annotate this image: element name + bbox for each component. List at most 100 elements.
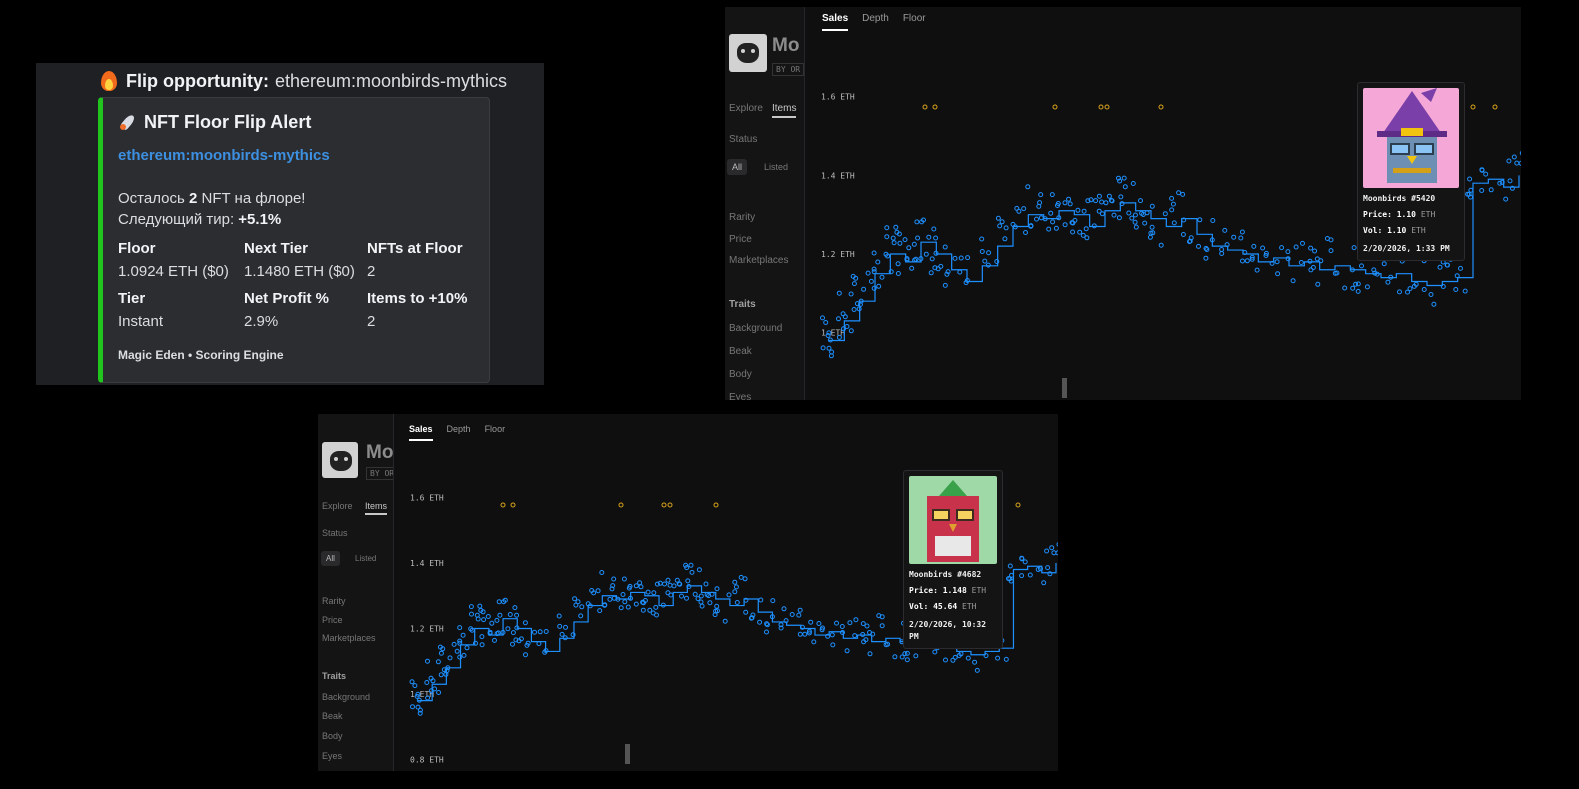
chart-scroll-handle[interactable]: [1062, 378, 1067, 398]
sale-point: [696, 567, 702, 573]
price-unit: ETH: [1420, 210, 1436, 219]
status-listed[interactable]: Listed: [350, 551, 381, 566]
sale-point: [999, 219, 1005, 225]
sale-point: [1290, 278, 1296, 284]
sale-point: [893, 224, 899, 230]
sale-point: [578, 613, 584, 619]
sale-point: [1041, 580, 1047, 586]
sale-point: [620, 592, 626, 597]
trait-beak[interactable]: Beak: [322, 711, 343, 721]
sale-point: [1016, 208, 1022, 214]
embed-title-text: NFT Floor Flip Alert: [144, 112, 312, 132]
sale-point: [1244, 258, 1250, 264]
sale-point: [871, 250, 877, 256]
field-value: 2.9%: [244, 313, 279, 330]
discord-message: Flip opportunity: ethereum:moonbirds-myt…: [36, 63, 544, 385]
collection-logo: [322, 442, 358, 478]
trait-beak[interactable]: Beak: [729, 346, 752, 357]
sale-point: [860, 621, 866, 627]
sale-point: [637, 580, 643, 586]
trait-eyes[interactable]: Eyes: [322, 751, 342, 761]
tab-floor[interactable]: Floor: [485, 424, 506, 441]
filter-price[interactable]: Price: [729, 234, 752, 245]
sale-point: [985, 262, 991, 268]
sale-point: [645, 589, 651, 595]
listing-point: [932, 104, 938, 110]
trait-background[interactable]: Background: [322, 692, 370, 702]
field-items-to-10: Items to +10% 2: [367, 290, 488, 330]
tab-depth[interactable]: Depth: [447, 424, 471, 441]
sale-point: [1027, 572, 1033, 578]
sale-point: [722, 618, 728, 624]
sale-point: [438, 650, 444, 656]
tab-floor[interactable]: Floor: [903, 13, 926, 31]
sale-point: [781, 606, 787, 612]
tab-sales[interactable]: Sales: [822, 13, 849, 31]
sale-point: [965, 655, 971, 661]
sale-point: [834, 620, 839, 626]
sale-point: [1056, 542, 1058, 547]
sale-point: [738, 574, 744, 580]
tab-sales[interactable]: Sales: [409, 424, 433, 441]
trait-body[interactable]: Body: [729, 369, 752, 380]
nav-items[interactable]: Items: [772, 103, 797, 118]
filter-price[interactable]: Price: [322, 615, 343, 625]
sale-point: [1503, 196, 1509, 202]
filter-rarity[interactable]: Rarity: [322, 596, 346, 606]
sale-point: [808, 619, 814, 625]
sale-point: [1506, 158, 1512, 164]
y-tick-label: 1.2 ETH: [821, 250, 855, 259]
sale-point: [1025, 184, 1031, 190]
collection-name: Mo: [366, 442, 394, 463]
sale-point: [1169, 207, 1175, 213]
sale-point: [1122, 184, 1128, 190]
trait-background[interactable]: Background: [729, 323, 782, 334]
sale-point: [1219, 251, 1225, 256]
trait-eyes[interactable]: Eyes: [729, 392, 751, 400]
sale-point: [958, 255, 964, 261]
sale-point: [1355, 281, 1361, 287]
tab-depth[interactable]: Depth: [862, 13, 889, 31]
sale-point: [995, 215, 1001, 221]
sale-point: [906, 245, 912, 251]
sale-point: [1002, 236, 1008, 242]
collection-link[interactable]: ethereum:moonbirds-mythics: [118, 147, 330, 164]
sale-point: [599, 570, 605, 575]
filter-marketplaces[interactable]: Marketplaces: [729, 255, 788, 266]
sale-point: [847, 620, 853, 626]
field-value: 1.0924 ETH ($0): [118, 263, 229, 280]
sale-point: [931, 226, 937, 232]
sale-point: [1084, 235, 1090, 241]
listing-point: [1158, 104, 1164, 110]
status-all[interactable]: All: [727, 159, 748, 175]
sale-point: [830, 642, 836, 648]
sale-tooltip: Moonbirds #5420 Price: 1.10 ETH Vol: 1.1…: [1357, 82, 1465, 261]
line1-post: NFT на флоре!: [197, 190, 306, 207]
sale-point: [674, 577, 680, 583]
status-listed[interactable]: Listed: [759, 159, 793, 175]
nav-explore[interactable]: Explore: [729, 103, 763, 114]
sale-point: [1149, 203, 1155, 209]
sales-chart-panel-2: Mo BY OR Explore Items Status All Listed…: [318, 414, 1058, 771]
sale-point: [1038, 192, 1044, 198]
status-all[interactable]: All: [321, 551, 340, 566]
sale-point: [979, 236, 985, 242]
sale-point: [1307, 258, 1313, 264]
embed-description: Осталось 2 NFT на флоре! Следующий тир: …: [118, 188, 305, 230]
sale-point: [1239, 229, 1245, 235]
sale-point: [942, 282, 948, 288]
field-floor: Floor 1.0924 ETH ($0): [118, 240, 244, 280]
chart-scroll-handle[interactable]: [625, 744, 630, 764]
sale-point: [557, 623, 563, 629]
sale-point: [986, 250, 992, 256]
filter-marketplaces[interactable]: Marketplaces: [322, 633, 376, 643]
sale-point: [1453, 287, 1459, 292]
filter-rarity[interactable]: Rarity: [729, 212, 755, 223]
listing-point: [510, 502, 516, 508]
sale-point: [1350, 285, 1356, 291]
nav-explore[interactable]: Explore: [322, 501, 353, 511]
trait-body[interactable]: Body: [322, 731, 343, 741]
sale-point: [1121, 175, 1127, 181]
sale-point: [685, 578, 691, 584]
nav-items[interactable]: Items: [365, 501, 388, 515]
